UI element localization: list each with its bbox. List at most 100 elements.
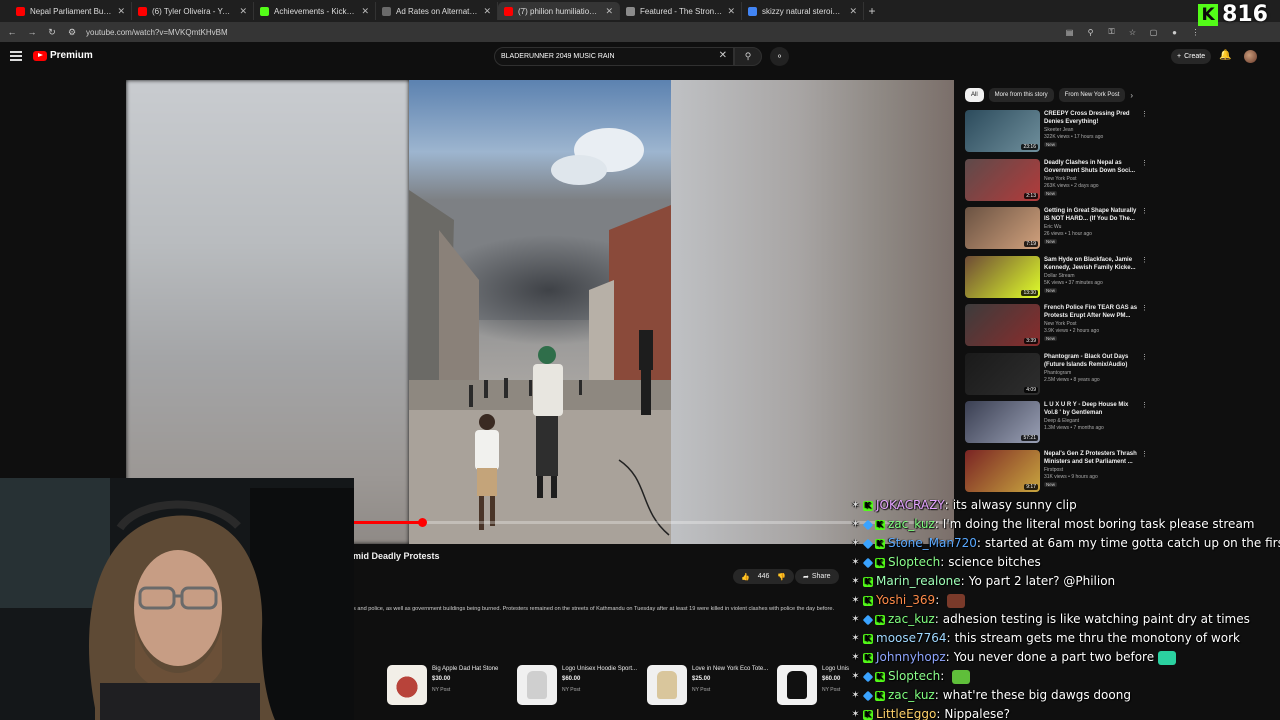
browser-tab[interactable]: skizzy natural steroids - Google ✕ — [742, 2, 864, 20]
browser-tab[interactable]: Nepal Parliament Building ✕ — [10, 2, 132, 20]
browser-tab[interactable]: (7) philion humiliation - YouTube ✕ — [498, 2, 620, 20]
more-options-icon[interactable]: ⋮ — [1141, 304, 1148, 312]
more-options-icon[interactable]: ⋮ — [1141, 159, 1148, 167]
thumbs-down-icon[interactable]: 👎 — [777, 573, 786, 581]
bookmark-star-icon[interactable]: ☆ — [1126, 28, 1139, 37]
chat-username[interactable]: LittleEggo — [876, 705, 936, 720]
zoom-icon[interactable]: ⚲ — [1084, 28, 1097, 37]
merch-item[interactable]: Love in New York Eco Tote... $25.00 NY Pos… — [647, 662, 772, 708]
video-title-link[interactable]: Getting in Great Shape Naturally IS NOT … — [1044, 207, 1140, 223]
video-thumbnail[interactable]: 7:19 — [965, 207, 1040, 249]
back-icon[interactable]: ← — [6, 27, 18, 37]
filter-chip[interactable]: More from this story — [988, 88, 1054, 102]
recommended-video[interactable]: 23:16 CREEPY Cross Dressing Pred Denies E… — [965, 110, 1150, 154]
video-title-link[interactable]: French Police Fire TEAR GAS as Protests … — [1044, 304, 1140, 320]
chip-next-icon[interactable]: › — [1130, 91, 1133, 100]
recommended-video[interactable]: 2:13 Deadly Clashes in Nepal as Governmen… — [965, 158, 1150, 203]
chat-username[interactable]: Yoshi_369 — [876, 591, 935, 610]
like-button[interactable]: 👍 446 👎 — [733, 569, 795, 584]
video-thumbnail[interactable]: 9:17 — [965, 449, 1040, 492]
channel-name[interactable]: Skeeter Jean — [1044, 127, 1073, 133]
chat-username[interactable]: moose7764 — [876, 629, 947, 648]
channel-name[interactable]: Firstpost — [1044, 467, 1063, 473]
chat-username[interactable]: JOKACRAZY — [876, 496, 945, 515]
tab-close-icon[interactable]: ✕ — [605, 6, 613, 17]
tab-close-icon[interactable]: ✕ — [117, 6, 125, 17]
video-thumbnail[interactable]: 23:16 — [965, 110, 1040, 152]
recommended-video[interactable]: 9:17 Nepal's Gen Z Protesters Thrash Mini… — [965, 449, 1150, 494]
chat-username[interactable]: zac_kuz — [888, 686, 935, 705]
video-thumbnail[interactable]: 4:09 — [965, 352, 1040, 395]
filter-chip[interactable]: From New York Post — [1058, 88, 1126, 102]
channel-name[interactable]: New York Post — [1044, 176, 1077, 182]
scrubber-handle[interactable] — [417, 518, 427, 527]
account-avatar[interactable] — [1244, 50, 1257, 63]
recommended-video[interactable]: 7:19 Getting in Great Shape Naturally IS … — [965, 207, 1150, 251]
video-title-link[interactable]: CREEPY Cross Dressing Pred Denies Everyt… — [1044, 110, 1140, 126]
tab-close-icon[interactable]: ✕ — [483, 6, 491, 17]
video-frame[interactable] — [409, 80, 671, 544]
tab-close-icon[interactable]: ✕ — [239, 6, 247, 17]
browser-tab[interactable]: Ad Rates on Alternative Video ✕ — [376, 2, 498, 20]
recommended-video[interactable]: 3:39 French Police Fire TEAR GAS as Prote… — [965, 304, 1150, 348]
recommended-video[interactable]: 4:09 Phantogram - Black Out Days (Future … — [965, 352, 1150, 397]
merch-item[interactable]: Big Apple Dad Hat Stone $30.00 NY Post — [387, 662, 512, 708]
install-icon[interactable]: ▤ — [1063, 28, 1076, 37]
video-title-link[interactable]: Deadly Clashes in Nepal as Government Sh… — [1044, 159, 1140, 175]
channel-name[interactable]: Deep & Elegant — [1044, 418, 1079, 424]
profile-icon[interactable]: ● — [1168, 28, 1181, 37]
browser-tab[interactable]: Featured - The Stronger Human ✕ — [620, 2, 742, 20]
chat-username[interactable]: Sloptech — [888, 553, 940, 572]
more-options-icon[interactable]: ⋮ — [1141, 401, 1148, 409]
more-options-icon[interactable]: ⋮ — [1141, 256, 1148, 264]
youtube-premium-logo[interactable]: Premium — [33, 50, 93, 61]
site-info-icon[interactable]: ⚙ — [66, 27, 78, 38]
browser-tab[interactable]: (6) Tyler Oliveira - YouTube ✕ — [132, 2, 254, 20]
channel-name[interactable]: New York Post — [1044, 321, 1077, 327]
tab-close-icon[interactable]: ✕ — [727, 6, 735, 17]
search-input[interactable]: BLADERUNNER 2049 MUSIC RAIN ✕ — [494, 47, 734, 66]
voice-search-button[interactable]: ⚬ — [770, 47, 789, 66]
notifications-bell-icon[interactable]: 🔔 — [1219, 50, 1231, 61]
hamburger-menu-icon[interactable] — [10, 51, 22, 61]
recommended-video[interactable]: 57:21 L U X U R Y - Deep House Mix Vol.8 … — [965, 401, 1150, 445]
extensions-icon[interactable]: ▢ — [1147, 28, 1160, 37]
browser-tab[interactable]: Achievements - Kick Dashboard ✕ — [254, 2, 376, 20]
video-thumbnail[interactable]: 57:21 — [965, 401, 1040, 443]
more-options-icon[interactable]: ⋮ — [1141, 353, 1148, 361]
menu-dots-icon[interactable]: ⋮ — [1189, 28, 1202, 37]
video-thumbnail[interactable]: 13:30 — [965, 255, 1040, 298]
share-button[interactable]: ➦ Share — [795, 569, 839, 584]
key-icon[interactable]: ⚿ — [1105, 27, 1118, 37]
channel-name[interactable]: Dollar Stream — [1044, 273, 1075, 279]
recommended-video[interactable]: 13:30 Sam Hyde on Blackface, Jamie Kenned… — [965, 255, 1150, 300]
more-options-icon[interactable]: ⋮ — [1141, 110, 1148, 118]
video-thumbnail[interactable]: 2:13 — [965, 158, 1040, 201]
video-description[interactable]: s and police, as well as government buil… — [353, 606, 893, 612]
create-button[interactable]: + Create — [1171, 49, 1212, 64]
chat-username[interactable]: Marin_realone — [876, 572, 961, 591]
forward-icon[interactable]: → — [26, 27, 38, 37]
chat-username[interactable]: Sloptech — [888, 667, 940, 686]
channel-name[interactable]: Phantogram — [1044, 370, 1071, 376]
chat-username[interactable]: zac_kuz — [888, 515, 935, 534]
chat-username[interactable]: Johnnyhopz — [876, 648, 946, 667]
tab-close-icon[interactable]: ✕ — [361, 6, 369, 17]
reload-icon[interactable]: ↻ — [46, 27, 58, 38]
video-title-link[interactable]: L U X U R Y - Deep House Mix Vol.8 ' by … — [1044, 401, 1140, 417]
chat-username[interactable]: zac_kuz — [888, 610, 935, 629]
new-tab-button[interactable]: + — [864, 4, 880, 18]
video-title-link[interactable]: Sam Hyde on Blackface, Jamie Kennedy, Je… — [1044, 256, 1140, 272]
video-player[interactable] — [126, 80, 954, 544]
merch-item[interactable]: Logo Unisex Hoodie Sport... $60.00 NY Post — [517, 662, 642, 708]
merch-item[interactable]: Logo Unis $60.00 NY Post — [777, 662, 850, 708]
more-options-icon[interactable]: ⋮ — [1141, 207, 1148, 215]
search-button[interactable]: ⚲ — [734, 47, 762, 66]
tab-close-icon[interactable]: ✕ — [849, 6, 857, 17]
video-thumbnail[interactable]: 3:39 — [965, 304, 1040, 346]
filter-chip[interactable]: All — [965, 88, 984, 102]
more-options-icon[interactable]: ⋮ — [1141, 450, 1148, 458]
chat-username[interactable]: Stone_Man720 — [888, 534, 977, 553]
url-field[interactable]: youtube.com/watch?v=MVKQmtKHvBM — [86, 28, 1055, 37]
video-title-link[interactable]: Nepal's Gen Z Protesters Thrash Minister… — [1044, 450, 1140, 466]
